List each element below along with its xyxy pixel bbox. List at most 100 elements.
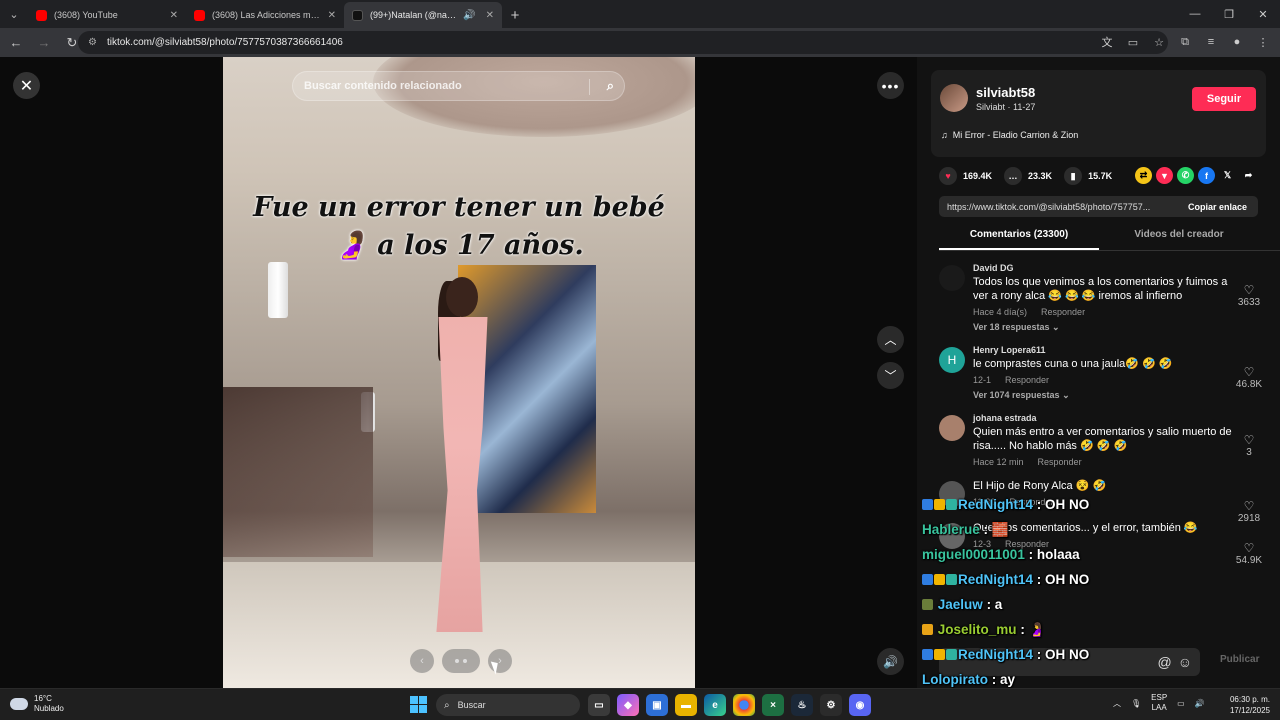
post-photo[interactable]: Fue un error tener un bebé 🤰 a los 17 añ… [223, 57, 695, 688]
send-icon[interactable]: ▼ [1156, 167, 1173, 184]
close-icon[interactable]: ✕ [13, 72, 40, 99]
close-window-icon[interactable]: ✕ [1246, 0, 1280, 28]
comment-button[interactable]: … 23.3K [1004, 167, 1052, 185]
new-tab-button[interactable]: + [502, 2, 528, 28]
view-replies-button[interactable]: Ver 1074 respuestas ⌄ [973, 390, 1274, 401]
mention-icon[interactable]: @ [1157, 654, 1171, 670]
avatar[interactable] [939, 523, 965, 549]
comment-like[interactable]: ♡ 46.8K [1234, 365, 1264, 390]
author-username[interactable]: silviabt58 [976, 85, 1035, 100]
publish-button[interactable]: Publicar [1220, 654, 1259, 665]
bookmark-star-icon[interactable]: ☆ [1148, 31, 1170, 53]
taskbar-search[interactable]: ⌕ Buscar [436, 694, 580, 716]
reply-button[interactable]: Responder [1005, 375, 1049, 385]
terminal-icon[interactable]: × [762, 694, 784, 716]
microphone-icon[interactable]: 🎙 [1131, 699, 1141, 708]
comment-like[interactable]: ♡ 3633 [1234, 283, 1264, 308]
profile-avatar[interactable]: ● [1226, 31, 1248, 53]
browser-tab-youtube[interactable]: (3608) YouTube ✕ [28, 2, 186, 28]
music-link[interactable]: ♫ Mi Error - Eladio Carrion & Zion [941, 130, 1078, 140]
comment-author[interactable]: Henry Lopera611 [973, 345, 1274, 355]
forward-icon[interactable]: → [32, 31, 56, 55]
store-icon[interactable]: ▣ [646, 694, 668, 716]
reply-button[interactable]: Responder [1009, 497, 1053, 507]
tab-comments[interactable]: Comentarios (23300) [939, 229, 1099, 250]
cast-icon[interactable]: ▭ [1122, 31, 1144, 53]
repost-icon[interactable]: ⇄ [1135, 167, 1152, 184]
comment-author[interactable]: David DG [973, 263, 1274, 273]
comment-text: le comprastes cuna o una jaula🤣 🤣 🤣 [973, 358, 1173, 370]
comment-like-count: 46.8K [1235, 379, 1263, 390]
share-arrow-icon[interactable]: ➦ [1240, 167, 1257, 184]
music-note-icon: ♫ [941, 130, 948, 140]
menu-kebab-icon[interactable]: ⋮ [1252, 31, 1274, 53]
browser-tab-youtube-2[interactable]: (3608) Las Adicciones más Pertu ✕ [186, 2, 344, 28]
weather-status: Nublado [34, 704, 64, 713]
comment-input[interactable]: @ ☺ [939, 648, 1200, 676]
share-link-row: https://www.tiktok.com/@silviabt58/photo… [939, 196, 1258, 217]
discord-icon[interactable]: ◉ [849, 694, 871, 716]
restore-icon[interactable]: ❐ [1212, 0, 1246, 28]
media-icon[interactable]: ≡ [1200, 31, 1222, 53]
previous-photo-icon[interactable]: ‹ [410, 649, 434, 673]
back-icon[interactable]: ← [4, 31, 28, 55]
comment-author[interactable]: johana estrada [973, 413, 1274, 423]
site-info-icon[interactable]: ⚙ [88, 37, 97, 48]
comment-like[interactable]: ♡ 3 [1234, 433, 1264, 458]
reply-button[interactable]: Responder [1041, 307, 1085, 317]
comment-item: David DG Todos los que venimos a los com… [939, 263, 1274, 333]
like-button[interactable]: ♥ 169.4K [939, 167, 992, 185]
close-tab-icon[interactable]: ✕ [170, 10, 178, 21]
avatar[interactable] [939, 415, 965, 441]
app-icon[interactable]: ⚙ [820, 694, 842, 716]
clock[interactable]: 06:30 p. m. 17/12/2025 [1230, 694, 1270, 716]
task-view-icon[interactable]: ▭ [588, 694, 610, 716]
comment-time: Hace 12 min [973, 457, 1024, 467]
tab-search-chevron-icon[interactable]: ⌄ [0, 0, 28, 28]
reply-button[interactable]: Responder [1038, 457, 1082, 467]
chevron-up-icon[interactable]: ︿ [1113, 698, 1121, 709]
chrome-icon[interactable] [733, 694, 755, 716]
related-search-input[interactable]: Buscar contenido relacionado ⌕ [292, 71, 625, 101]
view-replies-button[interactable]: Ver 18 respuestas ⌄ [973, 322, 1274, 333]
volume-icon[interactable]: 🔊 [1195, 699, 1205, 708]
speaker-icon[interactable]: 🔊 [463, 10, 475, 21]
network-icon[interactable]: ▭ [1177, 699, 1185, 708]
avatar[interactable] [939, 481, 965, 507]
follow-button[interactable]: Seguir [1192, 87, 1256, 111]
copilot-icon[interactable]: ◆ [617, 694, 639, 716]
carousel-dots [442, 649, 480, 673]
save-button[interactable]: ▮ 15.7K [1064, 167, 1112, 185]
volume-icon[interactable]: 🔊 [877, 648, 904, 675]
language-indicator[interactable]: ESP LAA [1151, 693, 1167, 713]
address-bar[interactable]: ⚙ tiktok.com/@silviabt58/photo/757757038… [78, 31, 1168, 54]
weather-widget[interactable]: 16°C Nublado [10, 694, 64, 714]
x-icon[interactable]: 𝕏 [1219, 167, 1236, 184]
emoji-icon[interactable]: ☺ [1178, 654, 1192, 670]
caption-line-2: 🤰 a los 17 años. [334, 230, 584, 261]
avatar[interactable] [940, 84, 968, 112]
close-tab-icon[interactable]: ✕ [486, 10, 494, 21]
translate-icon[interactable]: 文 [1096, 31, 1118, 53]
music-title: Mi Error - Eladio Carrion & Zion [952, 130, 1079, 140]
steam-icon[interactable]: ♨ [791, 694, 813, 716]
search-icon[interactable]: ⌕ [607, 78, 614, 94]
minimize-icon[interactable]: — [1178, 0, 1212, 28]
chevron-down-icon[interactable]: ﹀ [877, 362, 904, 389]
file-explorer-icon[interactable]: ▬ [675, 694, 697, 716]
comment-like[interactable]: ♡ 54.9K [1234, 541, 1264, 566]
facebook-icon[interactable]: f [1198, 167, 1215, 184]
more-options-icon[interactable]: ••• [877, 72, 904, 99]
reply-button[interactable]: Responder [1005, 539, 1049, 549]
tab-creator-videos[interactable]: Videos del creador [1099, 229, 1259, 250]
close-tab-icon[interactable]: ✕ [328, 10, 336, 21]
copy-link-button[interactable]: Copiar enlace [1177, 202, 1258, 212]
extensions-icon[interactable]: ⧉ [1174, 31, 1196, 53]
chevron-up-icon[interactable]: ︿ [877, 326, 904, 353]
browser-tab-tiktok[interactable]: (99+)Natalan (@natalanx) | 🔊 ✕ [344, 2, 502, 28]
avatar[interactable] [939, 265, 965, 291]
avatar[interactable]: H [939, 347, 965, 373]
whatsapp-icon[interactable]: ✆ [1177, 167, 1194, 184]
windows-start-icon[interactable] [410, 696, 427, 713]
edge-icon[interactable]: e [704, 694, 726, 716]
